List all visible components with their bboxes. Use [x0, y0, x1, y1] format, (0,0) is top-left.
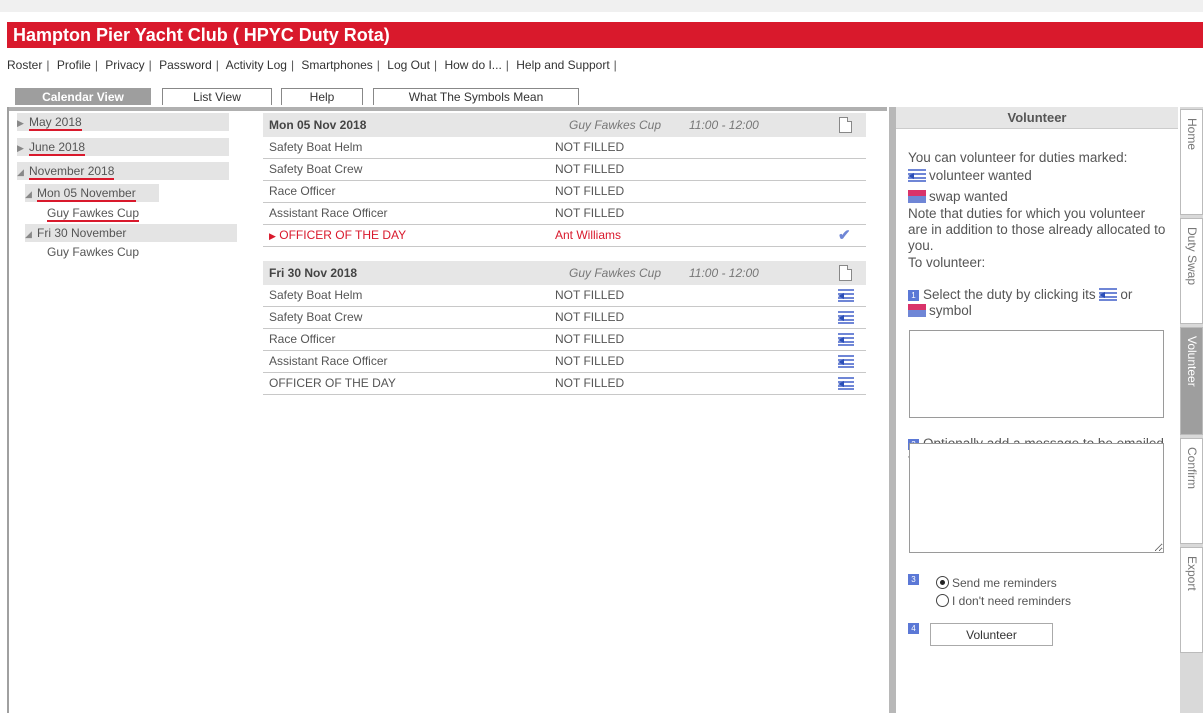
radio-empty-icon[interactable] — [936, 594, 949, 607]
event-header: Fri 30 Nov 2018 Guy Fawkes Cup 11:00 - 1… — [263, 261, 866, 285]
calendar-tree: ▶ May 2018 ▶ June 2018 ◢ November 2018 ◢ Mon… — [7, 107, 261, 713]
reminder-off-option[interactable]: I don't need reminders — [936, 593, 1071, 609]
checkmark-icon: ✔ — [838, 227, 851, 244]
selected-duty-box[interactable] — [909, 330, 1164, 418]
volunteer-heading: Volunteer — [896, 107, 1178, 129]
side-tabs: Home Duty Swap Volunteer Confirm Export — [1180, 107, 1203, 713]
tab-help[interactable]: Help — [281, 88, 363, 105]
expand-arrow-icon[interactable]: ▶ — [17, 139, 29, 157]
current-row-arrow-icon: ▶ — [269, 231, 276, 241]
duty-row-own[interactable]: ▶ OFFICER OF THE DAY Ant Williams ✔ — [263, 225, 866, 247]
volunteer-wanted-icon — [1099, 288, 1118, 301]
app-title: Hampton Pier Yacht Club ( HPYC Duty Rota… — [13, 25, 390, 45]
side-tab-volunteer[interactable]: Volunteer — [1180, 327, 1203, 435]
volunteer-note: Note that duties for which you volunteer… — [908, 206, 1166, 253]
top-strip — [0, 0, 1203, 12]
duty-row[interactable]: Race Officer NOT FILLED — [263, 329, 866, 351]
tab-calendar-view[interactable]: Calendar View — [15, 88, 151, 105]
event-name: Guy Fawkes Cup — [569, 118, 662, 132]
event-time: 11:00 - 12:00 — [689, 118, 759, 132]
step-3-badge: 3 — [908, 574, 919, 585]
volunteer-wanted-icon[interactable] — [838, 311, 854, 324]
to-volunteer-label: To volunteer: — [908, 255, 986, 270]
duty-row[interactable]: Assistant Race Officer NOT FILLED — [263, 203, 866, 225]
collapse-arrow-icon[interactable]: ◢ — [25, 185, 37, 203]
side-tab-confirm[interactable]: Confirm — [1180, 438, 1203, 544]
event-name: Guy Fawkes Cup — [569, 266, 662, 280]
side-tab-duty-swap[interactable]: Duty Swap — [1180, 218, 1203, 324]
expand-arrow-icon[interactable]: ▶ — [17, 114, 29, 132]
menu-how-do-i[interactable]: How do I... — [444, 58, 501, 72]
menu-privacy[interactable]: Privacy — [105, 58, 144, 72]
side-tab-export[interactable]: Export — [1180, 547, 1203, 653]
menu-roster[interactable]: Roster — [7, 58, 42, 72]
side-tab-home[interactable]: Home — [1180, 109, 1203, 215]
event-date: Fri 30 Nov 2018 — [269, 266, 358, 280]
roster-list: Mon 05 Nov 2018 Guy Fawkes Cup 11:00 - 1… — [263, 113, 866, 395]
tree-event-fri30[interactable]: Guy Fawkes Cup — [47, 243, 139, 261]
app-title-bar: Hampton Pier Yacht Club ( HPYC Duty Rota… — [7, 22, 1203, 48]
radio-selected-icon[interactable] — [936, 576, 949, 589]
menu-password[interactable]: Password — [159, 58, 212, 72]
collapse-arrow-icon[interactable]: ◢ — [25, 225, 37, 243]
message-textarea[interactable] — [909, 443, 1164, 553]
tree-month-november[interactable]: ◢ November 2018 — [17, 162, 229, 180]
duty-row[interactable]: Safety Boat Helm NOT FILLED — [263, 285, 866, 307]
swap-wanted-icon — [908, 190, 926, 203]
tree-day-fri30[interactable]: ◢ Fri 30 November — [25, 224, 237, 242]
volunteer-intro: You can volunteer for duties marked: — [908, 150, 1128, 165]
tree-day-mon05[interactable]: ◢ Mon 05 November — [25, 184, 159, 202]
swap-wanted-icon — [908, 304, 926, 317]
document-icon[interactable] — [839, 265, 852, 281]
duty-row[interactable]: OFFICER OF THE DAY NOT FILLED — [263, 373, 866, 395]
tab-list-view[interactable]: List View — [162, 88, 272, 105]
pane-divider[interactable] — [889, 107, 896, 713]
tree-event-mon05[interactable]: Guy Fawkes Cup — [47, 204, 140, 222]
duty-row[interactable]: Safety Boat Helm NOT FILLED — [263, 137, 866, 159]
volunteer-wanted-icon — [908, 169, 926, 182]
menu-activity-log[interactable]: Activity Log — [226, 58, 287, 72]
tree-month-may[interactable]: ▶ May 2018 — [17, 113, 229, 131]
duty-row[interactable]: Safety Boat Crew NOT FILLED — [263, 159, 866, 181]
reminder-on-option[interactable]: Send me reminders — [936, 575, 1057, 591]
tree-month-june[interactable]: ▶ June 2018 — [17, 138, 229, 156]
menu-log-out[interactable]: Log Out — [387, 58, 430, 72]
step-4-badge: 4 — [908, 623, 919, 634]
volunteer-wanted-icon[interactable] — [838, 377, 854, 390]
volunteer-wanted-icon[interactable] — [838, 355, 854, 368]
duty-row[interactable]: Race Officer NOT FILLED — [263, 181, 866, 203]
duty-row[interactable]: Safety Boat Crew NOT FILLED — [263, 307, 866, 329]
main-menu: Roster | Profile | Privacy | Password | Acti… — [7, 58, 617, 72]
duty-row[interactable]: Assistant Race Officer NOT FILLED — [263, 351, 866, 373]
event-time: 11:00 - 12:00 — [689, 266, 759, 280]
menu-help-support[interactable]: Help and Support — [516, 58, 609, 72]
document-icon[interactable] — [839, 117, 852, 133]
volunteer-wanted-icon[interactable] — [838, 289, 854, 302]
menu-smartphones[interactable]: Smartphones — [301, 58, 372, 72]
volunteer-button[interactable]: Volunteer — [930, 623, 1053, 646]
volunteer-wanted-icon[interactable] — [838, 333, 854, 346]
event-date: Mon 05 Nov 2018 — [269, 118, 367, 132]
step-1-badge: 1 — [908, 290, 919, 301]
tab-symbols[interactable]: What The Symbols Mean — [373, 88, 579, 105]
collapse-arrow-icon[interactable]: ◢ — [17, 163, 29, 181]
menu-profile[interactable]: Profile — [57, 58, 91, 72]
volunteer-panel: Volunteer You can volunteer for duties m… — [896, 107, 1178, 713]
event-header: Mon 05 Nov 2018 Guy Fawkes Cup 11:00 - 1… — [263, 113, 866, 137]
